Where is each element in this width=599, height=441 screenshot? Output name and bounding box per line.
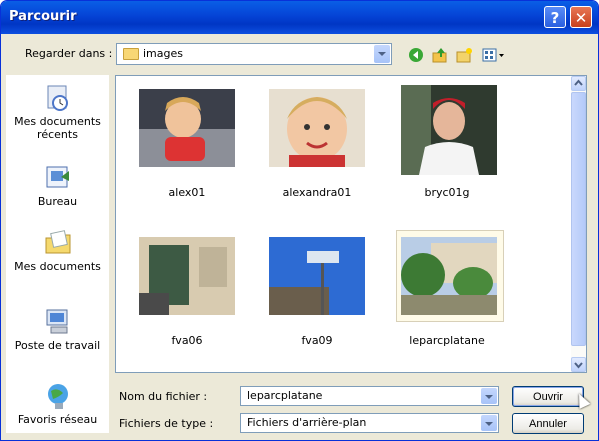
- file-thumbnail[interactable]: [136, 234, 238, 318]
- photo-thumbnail: [269, 237, 365, 315]
- scroll-thumb[interactable]: [571, 92, 586, 346]
- cancel-button[interactable]: Annuler: [512, 413, 584, 434]
- place-my-computer[interactable]: Poste de travail: [6, 307, 109, 352]
- filename-label: Nom du fichier :: [119, 390, 208, 403]
- file-thumbnail[interactable]: [136, 86, 238, 170]
- close-button[interactable]: ✕: [570, 6, 592, 28]
- look-in-label: Regarder dans :: [25, 47, 113, 60]
- chevron-down-icon[interactable]: [481, 388, 497, 404]
- photo-thumbnail: [139, 89, 235, 167]
- place-recent-documents[interactable]: Mes documents récents: [6, 83, 109, 141]
- my-documents-icon: [45, 230, 70, 254]
- place-label: Favoris réseau: [17, 413, 98, 426]
- photo-thumbnail: [401, 85, 497, 175]
- file-name: bryc01g: [424, 186, 470, 199]
- file-thumbnail[interactable]: [266, 234, 368, 318]
- close-icon: ✕: [574, 9, 588, 27]
- place-label: Bureau: [37, 195, 78, 208]
- look-in-dropdown[interactable]: images: [116, 43, 392, 65]
- help-button[interactable]: ?: [544, 6, 566, 28]
- file-name: fva06: [171, 334, 203, 347]
- scroll-down-button[interactable]: [571, 357, 586, 372]
- view-menu-icon[interactable]: [481, 46, 507, 64]
- photo-thumbnail: [269, 89, 365, 167]
- place-label: Mes documents: [14, 260, 101, 273]
- up-folder-icon[interactable]: [431, 46, 449, 64]
- file-list[interactable]: alex01 alexandra01 bryc01g fva06 fva09 l…: [115, 75, 587, 373]
- my-computer-icon: [46, 309, 67, 334]
- help-icon: ?: [550, 9, 560, 27]
- place-label: Mes documents récents: [14, 115, 101, 141]
- places-bar: Mes documents récents Bureau Mes documen…: [6, 75, 109, 433]
- file-name: leparcplatane: [409, 334, 485, 347]
- place-network[interactable]: Favoris réseau: [6, 381, 109, 426]
- network-places-icon: [47, 384, 68, 409]
- folder-icon: [123, 48, 139, 60]
- place-desktop[interactable]: Bureau: [6, 163, 109, 208]
- filetype-dropdown[interactable]: Fichiers d'arrière-plan: [240, 413, 499, 433]
- file-name: fva09: [301, 334, 333, 347]
- chevron-down-icon[interactable]: [374, 45, 390, 63]
- scroll-up-button[interactable]: [571, 76, 586, 91]
- desktop-icon: [46, 166, 69, 188]
- file-list-scrollbar[interactable]: [571, 76, 586, 372]
- file-thumbnail[interactable]: [398, 82, 500, 175]
- filetype-value: Fichiers d'arrière-plan: [247, 416, 367, 429]
- title-bar[interactable]: Parcourir ? ✕: [1, 1, 598, 34]
- filename-field[interactable]: leparcplatane: [240, 386, 499, 406]
- file-name: alexandra01: [282, 186, 352, 199]
- new-folder-icon[interactable]: [455, 46, 473, 64]
- browse-dialog: Parcourir ? ✕ Regarder dans : images Mes…: [0, 0, 599, 441]
- file-thumbnail[interactable]: [266, 86, 368, 170]
- place-my-documents[interactable]: Mes documents: [6, 228, 109, 273]
- place-label: Poste de travail: [14, 339, 101, 352]
- recent-documents-icon: [47, 85, 68, 111]
- back-icon[interactable]: [407, 46, 425, 64]
- look-in-value: images: [143, 47, 183, 60]
- filetype-label: Fichiers de type :: [119, 417, 214, 430]
- chevron-down-icon[interactable]: [481, 415, 497, 431]
- file-thumbnail-selected[interactable]: [396, 230, 504, 322]
- photo-thumbnail: [401, 237, 497, 315]
- file-name: alex01: [168, 186, 206, 199]
- filename-value: leparcplatane: [247, 389, 323, 402]
- photo-thumbnail: [139, 237, 235, 315]
- window-title: Parcourir: [9, 9, 77, 24]
